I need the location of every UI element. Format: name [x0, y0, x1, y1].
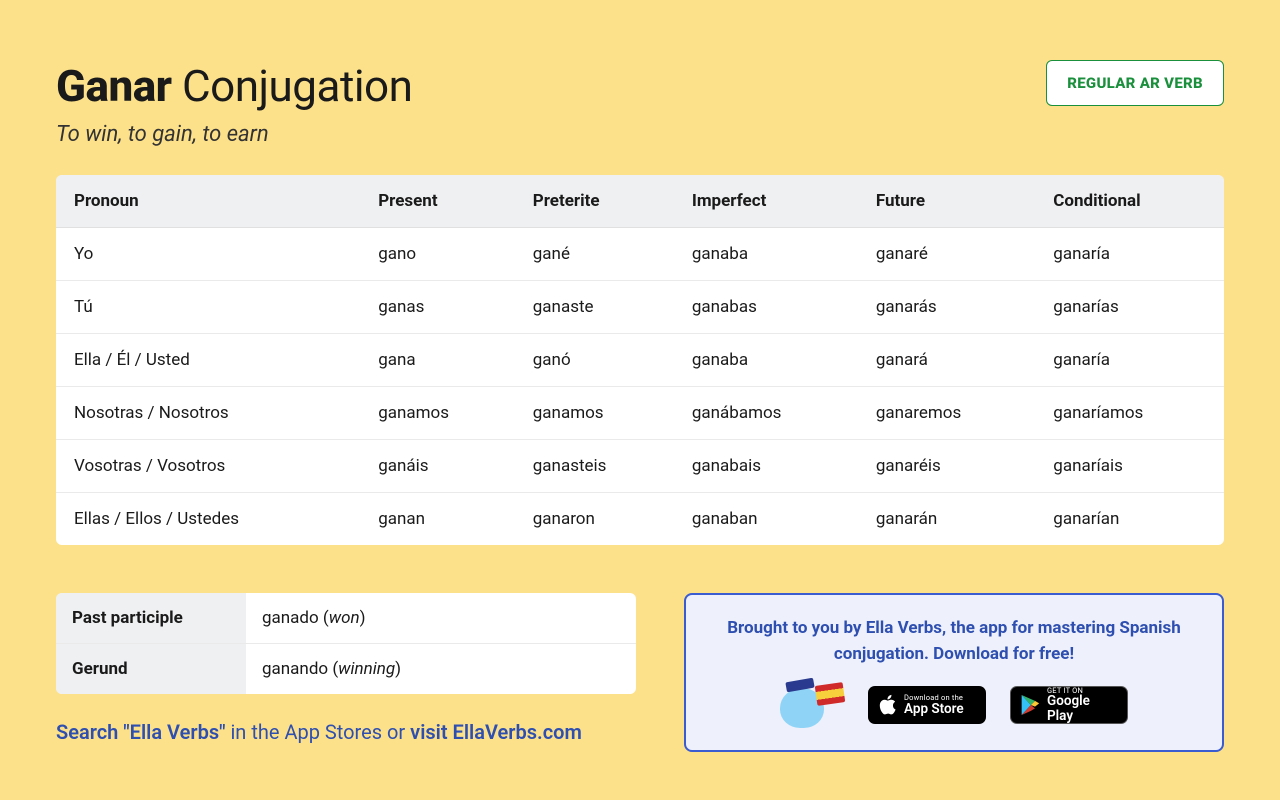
table-cell: ganaréis: [862, 440, 1039, 493]
table-cell: ganamos: [364, 387, 519, 440]
table-cell: ganaría: [1039, 228, 1224, 281]
apple-icon: [877, 694, 897, 716]
app-store-button[interactable]: Download on the App Store: [868, 686, 986, 724]
table-cell: ganaríamos: [1039, 387, 1224, 440]
table-header-row: Pronoun Present Preterite Imperfect Futu…: [56, 175, 1224, 228]
table-cell: ganará: [862, 334, 1039, 387]
col-present: Present: [364, 175, 519, 228]
table-cell: ganarás: [862, 281, 1039, 334]
table-cell: ganáis: [364, 440, 519, 493]
table-cell: Nosotras / Nosotros: [56, 387, 364, 440]
table-row: Nosotras / Nosotrosganamosganamosganábam…: [56, 387, 1224, 440]
table-row: Ella / Él / Ustedganaganóganabaganarágan…: [56, 334, 1224, 387]
table-cell: ganaban: [678, 493, 862, 546]
search-instruction: Search "Ella Verbs" in the App Stores or…: [56, 720, 636, 744]
table-cell: Yo: [56, 228, 364, 281]
table-cell: ganamos: [519, 387, 678, 440]
verb-translation: To win, to gain, to earn: [56, 122, 412, 147]
table-row: Túganasganasteganabasganarásganarías: [56, 281, 1224, 334]
col-future: Future: [862, 175, 1039, 228]
table-cell: ganaré: [862, 228, 1039, 281]
verb-type-badge: REGULAR AR VERB: [1046, 60, 1224, 106]
table-row: Past participle ganado (won): [56, 593, 636, 644]
table-cell: ganaba: [678, 334, 862, 387]
table-cell: gana: [364, 334, 519, 387]
gerund-label: Gerund: [56, 644, 246, 695]
participle-table: Past participle ganado (won) Gerund gana…: [56, 593, 636, 694]
google-play-button[interactable]: GET IT ON Google Play: [1010, 686, 1128, 724]
apple-big-text: App Store: [904, 702, 964, 716]
table-cell: ganarían: [1039, 493, 1224, 546]
past-participle-value: ganado (won): [246, 593, 636, 644]
table-row: Vosotras / Vosotrosganáisganasteisganaba…: [56, 440, 1224, 493]
google-play-icon: [1020, 694, 1040, 716]
table-cell: ganábamos: [678, 387, 862, 440]
table-cell: ganarán: [862, 493, 1039, 546]
promo-text: Brought to you by Ella Verbs, the app fo…: [710, 615, 1198, 668]
google-big-text: Google Play: [1047, 694, 1118, 722]
table-cell: ganabais: [678, 440, 862, 493]
table-row: Gerund ganando (winning): [56, 644, 636, 695]
table-cell: Vosotras / Vosotros: [56, 440, 364, 493]
table-cell: ganaremos: [862, 387, 1039, 440]
table-cell: ganan: [364, 493, 519, 546]
verb-name: Ganar: [56, 60, 172, 112]
table-cell: ganaba: [678, 228, 862, 281]
table-cell: Ellas / Ellos / Ustedes: [56, 493, 364, 546]
title-suffix: Conjugation: [182, 60, 412, 112]
table-cell: Ella / Él / Usted: [56, 334, 364, 387]
table-cell: Tú: [56, 281, 364, 334]
col-pronoun: Pronoun: [56, 175, 364, 228]
table-cell: ganarías: [1039, 281, 1224, 334]
mascot-icon: [780, 682, 844, 728]
table-row: Yoganoganéganabaganaréganaría: [56, 228, 1224, 281]
table-cell: ganasteis: [519, 440, 678, 493]
past-participle-label: Past participle: [56, 593, 246, 644]
col-imperfect: Imperfect: [678, 175, 862, 228]
table-cell: ganó: [519, 334, 678, 387]
table-cell: ganaría: [1039, 334, 1224, 387]
gerund-value: ganando (winning): [246, 644, 636, 695]
col-preterite: Preterite: [519, 175, 678, 228]
table-cell: ganaríais: [1039, 440, 1224, 493]
table-cell: gané: [519, 228, 678, 281]
table-cell: ganaron: [519, 493, 678, 546]
page-title: Ganar Conjugation: [56, 60, 412, 112]
col-conditional: Conditional: [1039, 175, 1224, 228]
table-cell: ganaste: [519, 281, 678, 334]
table-row: Ellas / Ellos / Ustedesgananganaronganab…: [56, 493, 1224, 546]
table-cell: ganas: [364, 281, 519, 334]
table-cell: ganabas: [678, 281, 862, 334]
conjugation-table: Pronoun Present Preterite Imperfect Futu…: [56, 175, 1224, 545]
promo-box: Brought to you by Ella Verbs, the app fo…: [684, 593, 1224, 752]
table-cell: gano: [364, 228, 519, 281]
